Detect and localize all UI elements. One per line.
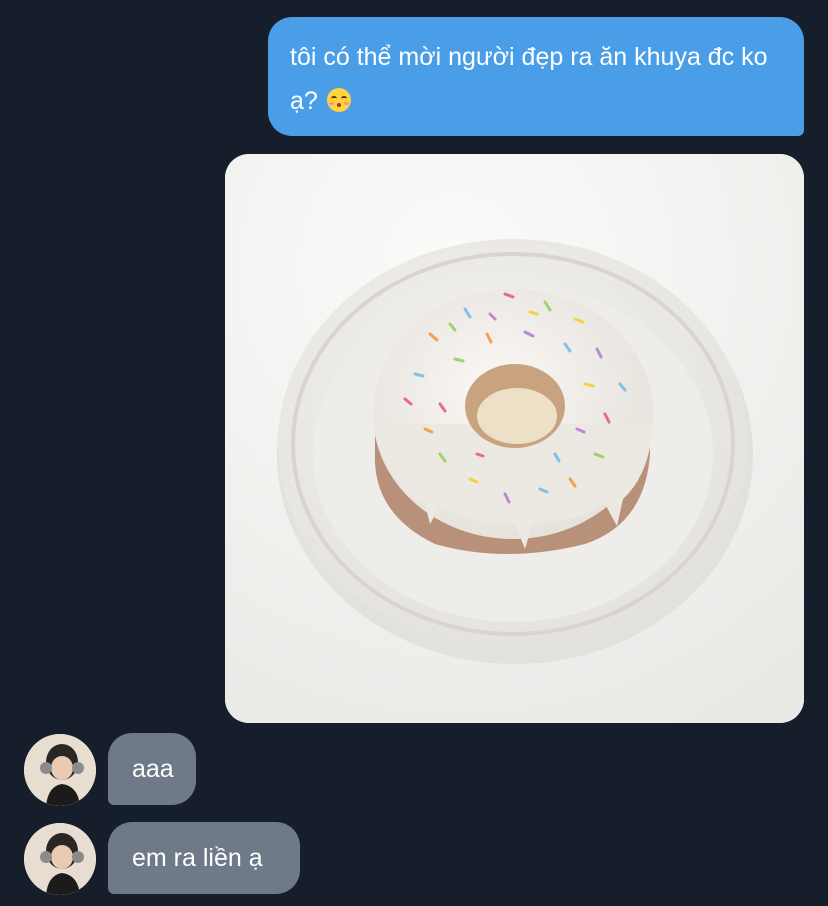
user-avatar-image [24,823,96,895]
outgoing-message-bubble[interactable]: tôi có thể mời người đẹp ra ăn khuya đc … [268,17,804,136]
chat-thread: tôi có thể mời người đẹp ra ăn khuya đc … [0,0,828,906]
donut-photo-message[interactable] [225,154,804,723]
user-avatar-image [24,734,96,806]
emoji-mouth [336,103,341,107]
kissing-face-emoji-icon [326,88,351,112]
incoming-message-text: em ra liền ạ [132,844,263,872]
avatar[interactable] [24,734,96,806]
donut-photo-image [225,154,804,723]
incoming-message-bubble[interactable]: aaa [108,733,196,805]
outgoing-message-text: tôi có thể mời người đẹp ra ăn khuya đc … [290,43,768,115]
avatar[interactable] [24,823,96,895]
incoming-message-bubble[interactable]: em ra liền ạ [108,822,300,894]
incoming-message-text: aaa [132,755,174,783]
emoji-blush-right [343,102,349,105]
emoji-blush-left [328,102,334,105]
